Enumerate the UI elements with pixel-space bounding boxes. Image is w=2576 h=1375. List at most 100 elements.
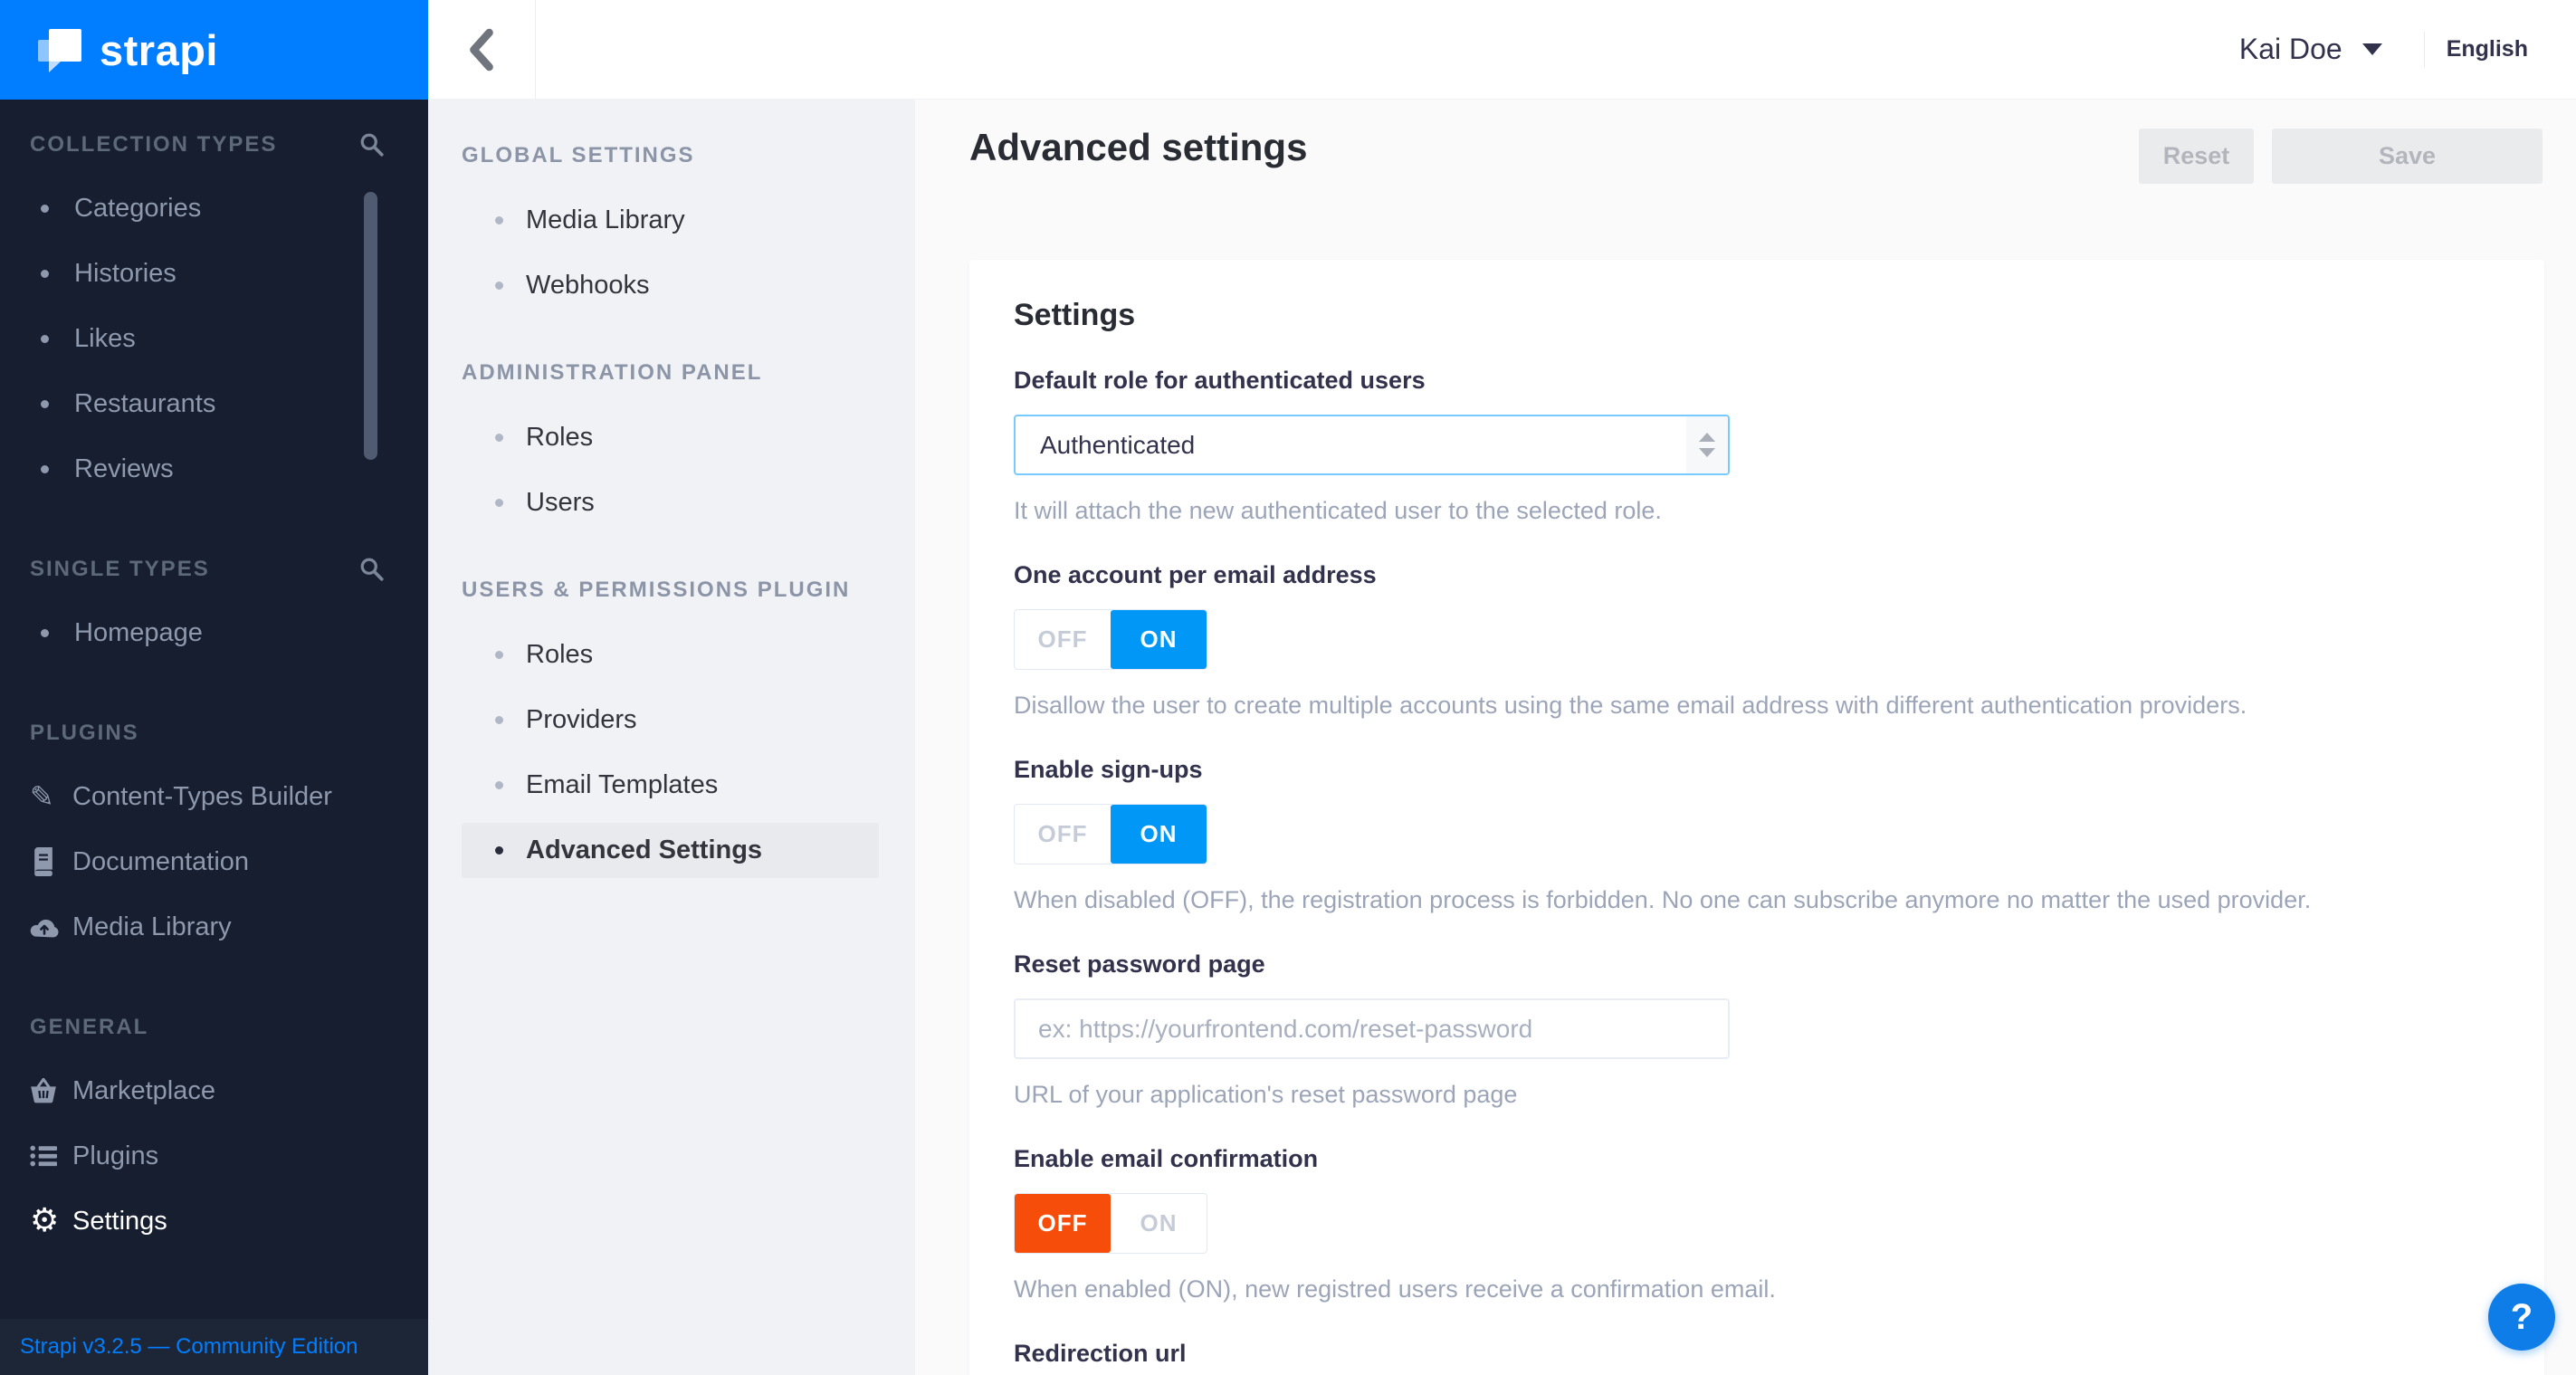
sidebar-item-content-types-builder[interactable]: ✎ Content-Types Builder (0, 764, 428, 829)
logo-text: strapi (100, 25, 218, 74)
field-label: Default role for authenticated users (1014, 367, 1426, 394)
settings-item-admin-users[interactable]: Users (462, 475, 879, 530)
settings-sidebar: GLOBAL SETTINGS Media Library Webhooks A… (428, 100, 915, 1375)
field-redirection-url: Redirection url (1014, 1340, 2500, 1368)
field-label: Enable email confirmation (1014, 1145, 1319, 1172)
settings-item-webhooks[interactable]: Webhooks (462, 258, 879, 313)
settings-item-media-library[interactable]: Media Library (462, 193, 879, 248)
gear-icon: ⚙ (30, 1202, 60, 1239)
page-title: Advanced settings (969, 126, 1308, 168)
field-label: One account per email address (1014, 561, 1377, 588)
bullet-icon (495, 781, 503, 789)
card-title: Settings (1014, 298, 1136, 332)
bullet-icon (41, 399, 49, 408)
section-plugins: PLUGINS ✎ Content-Types Builder Document… (0, 719, 428, 960)
section-single-types: SINGLE TYPES Homepage (0, 555, 428, 665)
section-title: COLLECTION TYPES (30, 132, 278, 157)
basket-icon (30, 1078, 72, 1103)
field-one-account: One account per email address OFF ON Dis… (1014, 561, 2500, 720)
sidebar-item-documentation[interactable]: Documentation (0, 829, 428, 894)
search-icon[interactable] (359, 132, 385, 158)
section-title: USERS & PERMISSIONS PLUGIN (462, 578, 851, 602)
main-content: Advanced settings Reset Save Settings De… (915, 100, 2576, 1375)
reset-password-url-input[interactable] (1014, 998, 1730, 1059)
strapi-logo[interactable]: strapi (0, 0, 428, 100)
field-helper: When disabled (OFF), the registration pr… (1014, 886, 2312, 913)
section-title: PLUGINS (30, 721, 139, 745)
cloud-upload-icon (30, 916, 72, 938)
default-role-select[interactable]: Authenticated (1014, 415, 1730, 475)
sidebar-footer: Strapi v3.2.5 — Community Edition (0, 1319, 428, 1375)
section-administration-panel: ADMINISTRATION PANEL Roles Users (428, 358, 915, 530)
settings-item-email-templates[interactable]: Email Templates (462, 758, 879, 813)
bullet-icon (41, 204, 49, 213)
bullet-icon (495, 216, 503, 224)
field-label: Redirection url (1014, 1340, 1187, 1367)
bullet-icon (41, 269, 49, 278)
bullet-icon (41, 464, 49, 473)
toggle-off-segment[interactable]: OFF (1015, 1194, 1111, 1253)
reset-button[interactable]: Reset (2139, 129, 2254, 184)
field-email-confirmation: Enable email confirmation OFF ON When en… (1014, 1145, 2500, 1303)
section-title: GENERAL (30, 1015, 149, 1039)
section-global-settings: GLOBAL SETTINGS Media Library Webhooks (428, 141, 915, 313)
paintbrush-icon: ✎ (30, 779, 54, 814)
settings-item-advanced-settings[interactable]: Advanced Settings (462, 823, 879, 878)
toggle-on-segment[interactable]: ON (1111, 1194, 1207, 1253)
bullet-icon (495, 651, 503, 659)
sidebar-item-settings[interactable]: ⚙ Settings (0, 1189, 428, 1254)
user-name: Kai Doe (2238, 33, 2342, 65)
language-selector[interactable]: English (2447, 36, 2528, 62)
bullet-icon (495, 434, 503, 442)
sidebar-item-marketplace[interactable]: Marketplace (0, 1058, 428, 1123)
field-label: Enable sign-ups (1014, 756, 1203, 783)
field-default-role: Default role for authenticated users Aut… (1014, 367, 2500, 525)
one-account-toggle[interactable]: OFF ON (1014, 609, 1207, 670)
chevron-left-icon (470, 28, 493, 71)
settings-card: Settings Default role for authenticated … (969, 260, 2544, 1375)
section-title: SINGLE TYPES (30, 557, 210, 581)
sidebar-item-plugins[interactable]: Plugins (0, 1123, 428, 1189)
select-stepper-icon (1686, 416, 1728, 473)
question-mark-icon: ? (2510, 1296, 2533, 1337)
email-confirmation-toggle[interactable]: OFF ON (1014, 1193, 1207, 1254)
section-collection-types: COLLECTION TYPES Categories Histories Li… (0, 130, 428, 501)
section-title: ADMINISTRATION PANEL (462, 360, 763, 385)
user-menu[interactable]: Kai Doe (2239, 33, 2382, 66)
bullet-icon (495, 282, 503, 290)
section-general: GENERAL Marketplace Plugins ⚙ Settings (0, 1013, 428, 1254)
section-title: GLOBAL SETTINGS (462, 143, 695, 167)
field-helper: Disallow the user to create multiple acc… (1014, 692, 2247, 719)
bullet-icon (495, 499, 503, 507)
sidebar-menu: COLLECTION TYPES Categories Histories Li… (0, 100, 428, 1254)
search-icon[interactable] (359, 557, 385, 582)
sidebar-item-media-library[interactable]: Media Library (0, 894, 428, 960)
enable-signups-toggle[interactable]: OFF ON (1014, 804, 1207, 864)
field-helper: It will attach the new authenticated use… (1014, 497, 1662, 524)
field-helper: URL of your application's reset password… (1014, 1081, 1518, 1108)
toggle-on-segment[interactable]: ON (1111, 610, 1207, 669)
settings-item-providers[interactable]: Providers (462, 692, 879, 748)
bullet-icon (495, 846, 503, 855)
sidebar-scrollbar-thumb[interactable] (364, 192, 377, 460)
toggle-off-segment[interactable]: OFF (1015, 610, 1111, 669)
help-button[interactable]: ? (2488, 1284, 2555, 1351)
book-icon (30, 847, 72, 876)
section-users-permissions-plugin: USERS & PERMISSIONS PLUGIN Roles Provide… (428, 576, 915, 878)
field-helper: When enabled (ON), new registred users r… (1014, 1275, 1776, 1303)
field-label: Reset password page (1014, 950, 1265, 978)
topbar: Kai Doe English (428, 0, 2576, 100)
select-value: Authenticated (1040, 430, 1196, 459)
toggle-on-segment[interactable]: ON (1111, 805, 1207, 864)
sidebar-item-homepage[interactable]: Homepage (0, 600, 428, 665)
toggle-off-segment[interactable]: OFF (1015, 805, 1111, 864)
back-button[interactable] (428, 0, 536, 99)
field-enable-signups: Enable sign-ups OFF ON When disabled (OF… (1014, 756, 2500, 914)
save-button[interactable]: Save (2272, 129, 2543, 184)
settings-item-up-roles[interactable]: Roles (462, 627, 879, 683)
topbar-divider (2423, 31, 2425, 68)
list-icon (30, 1144, 72, 1168)
settings-item-admin-roles[interactable]: Roles (462, 410, 879, 465)
bullet-icon (41, 334, 49, 343)
version-link[interactable]: Strapi v3.2.5 — Community Edition (20, 1334, 358, 1360)
